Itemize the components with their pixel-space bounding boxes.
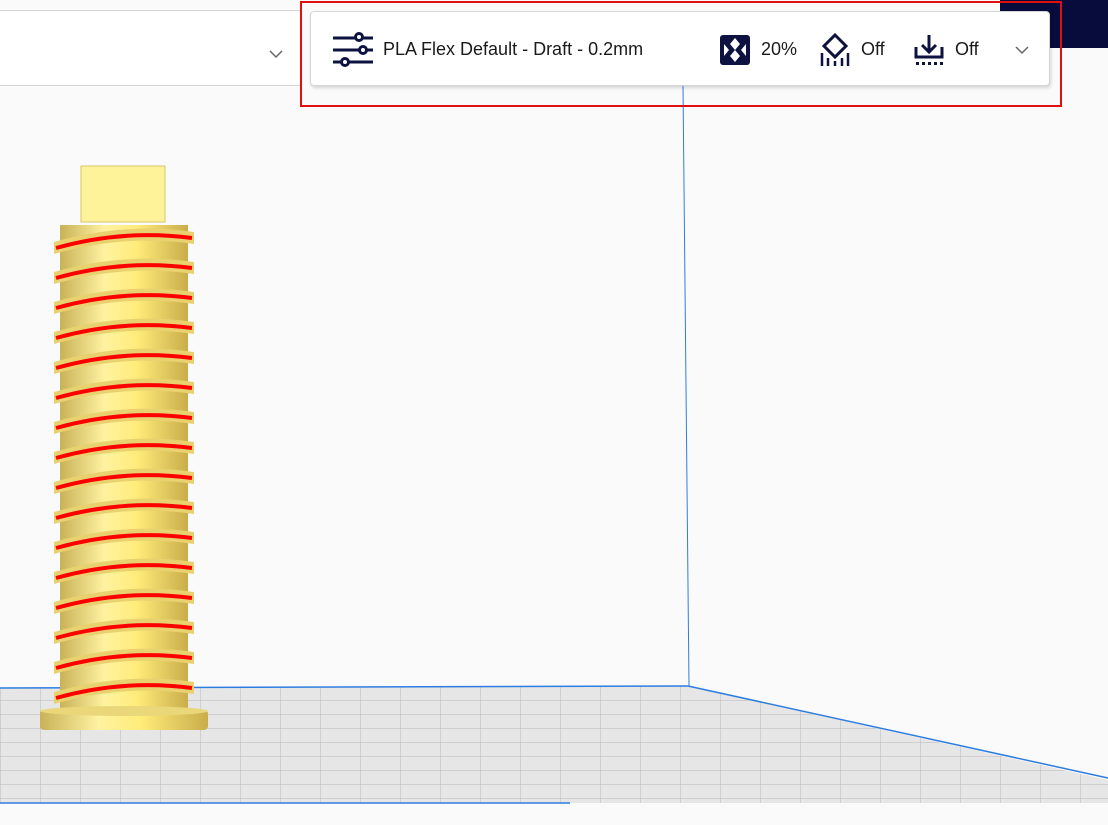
printer-selector-panel[interactable]	[0, 10, 302, 86]
chevron-down-icon[interactable]	[269, 49, 283, 59]
highlight-box	[300, 1, 1062, 107]
viewport-3d[interactable]	[0, 0, 1108, 825]
3d-model-screw[interactable]	[40, 165, 208, 730]
